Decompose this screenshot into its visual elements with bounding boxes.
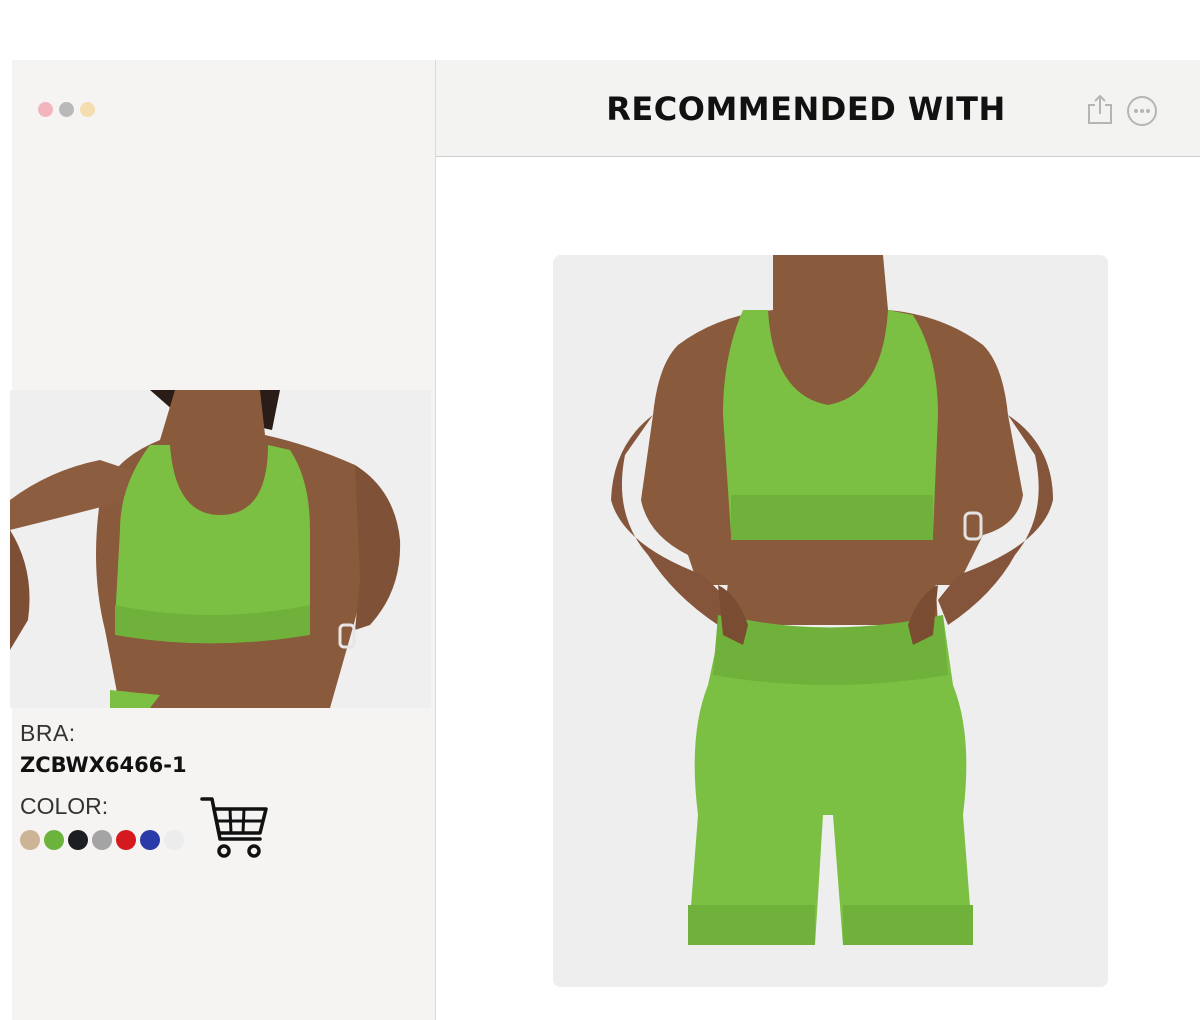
page: BRA: ZCBWX6466-1 COLOR: RECOMMENDED WITH — [0, 0, 1200, 1020]
window-controls — [38, 102, 95, 117]
share-icon[interactable] — [1086, 93, 1114, 125]
bra-label: BRA: — [20, 720, 76, 746]
swatch-green[interactable] — [44, 830, 64, 850]
window-dot-gray[interactable] — [59, 102, 74, 117]
color-swatches — [20, 830, 187, 850]
product-info: BRA: ZCBWX6466-1 COLOR: — [20, 720, 187, 850]
header-title: RECOMMENDED WITH — [606, 90, 1006, 128]
product-image-set[interactable] — [553, 255, 1108, 987]
swatch-blue[interactable] — [140, 830, 160, 850]
set-model-illustration — [553, 255, 1108, 987]
swatch-black[interactable] — [68, 830, 88, 850]
more-icon[interactable] — [1126, 95, 1158, 127]
shopping-cart-icon[interactable] — [200, 795, 270, 861]
product-card: BRA: ZCBWX6466-1 COLOR: — [10, 60, 436, 1020]
product-image-bra[interactable] — [10, 390, 431, 708]
swatch-red[interactable] — [116, 830, 136, 850]
window-dot-yellow[interactable] — [80, 102, 95, 117]
color-label: COLOR: — [20, 793, 109, 819]
product-sku: ZCBWX6466-1 — [20, 753, 187, 777]
bra-model-illustration — [10, 390, 431, 708]
swatch-white[interactable] — [164, 830, 184, 850]
swatch-gray[interactable] — [92, 830, 112, 850]
swatch-beige[interactable] — [20, 830, 40, 850]
header-bar: RECOMMENDED WITH — [436, 60, 1200, 157]
window-dot-red[interactable] — [38, 102, 53, 117]
